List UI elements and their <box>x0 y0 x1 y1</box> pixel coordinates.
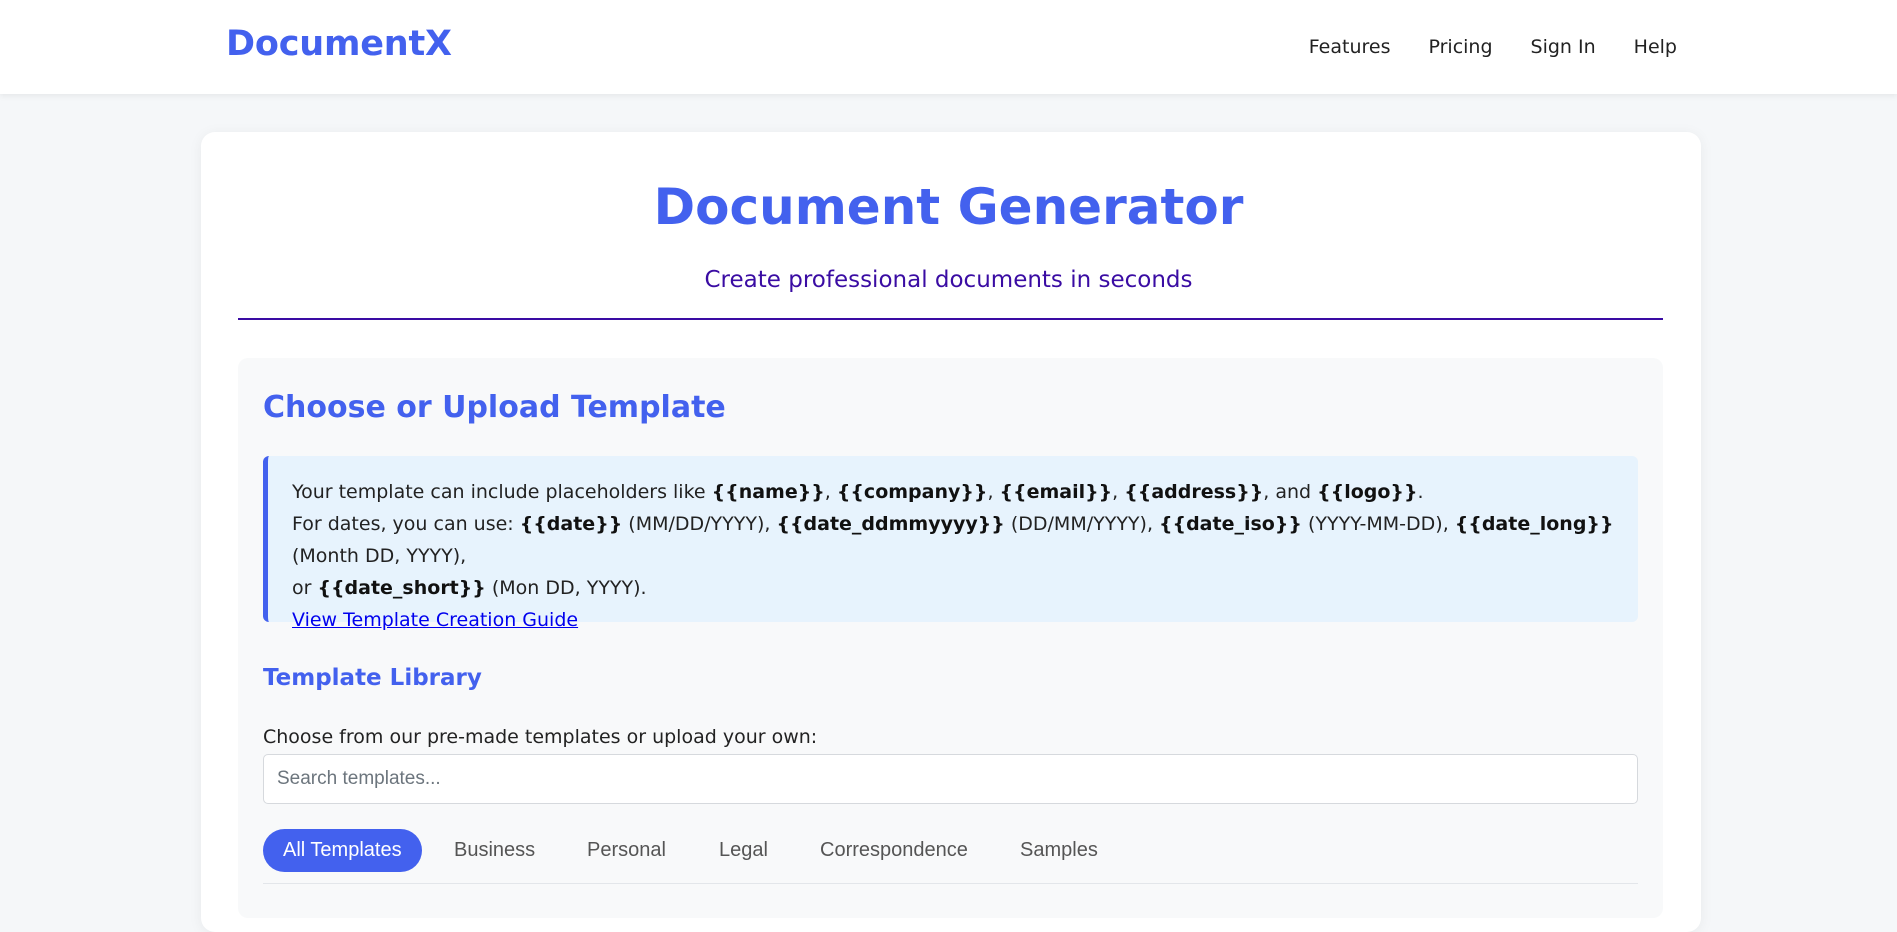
tab-all-templates[interactable]: All Templates <box>263 829 422 872</box>
template-search-input[interactable] <box>263 754 1638 804</box>
tab-legal[interactable]: Legal <box>719 829 768 872</box>
info-text: , <box>824 481 837 503</box>
template-filter-tabs: All Templates Business Personal Legal Co… <box>263 829 1638 884</box>
info-text: (Month DD, YYYY), <box>292 545 467 567</box>
info-line-4: View Template Creation Guide <box>292 604 1638 636</box>
brand-logo[interactable]: DocumentX <box>226 24 452 64</box>
nav-pricing-link[interactable]: Pricing <box>1428 36 1492 58</box>
info-text: (YYYY-MM-DD), <box>1301 513 1455 535</box>
placeholder-email: {{email}} <box>999 481 1113 503</box>
nav-sign-in-link[interactable]: Sign In <box>1531 36 1596 58</box>
template-section-heading: Choose or Upload Template <box>263 390 726 425</box>
info-text: , <box>1112 481 1125 503</box>
placeholder-date-ddmmyyyy: {{date_ddmmyyyy}} <box>776 513 1005 535</box>
page-title: Document Generator <box>653 178 1244 236</box>
placeholder-address: {{address}} <box>1124 481 1264 503</box>
nav-features-link[interactable]: Features <box>1309 36 1391 58</box>
info-line-1: Your template can include placeholders l… <box>292 476 1638 508</box>
info-text: (DD/MM/YYYY), <box>1004 513 1160 535</box>
tab-personal[interactable]: Personal <box>587 829 666 872</box>
info-text: . <box>1417 481 1424 503</box>
placeholder-name: {{name}} <box>711 481 825 503</box>
template-choose-label: Choose from our pre-made templates or up… <box>263 726 818 748</box>
placeholder-logo: {{logo}} <box>1317 481 1418 503</box>
placeholder-date-iso: {{date_iso}} <box>1159 513 1302 535</box>
site-header: DocumentX Features Pricing Sign In Help <box>0 0 1897 94</box>
tab-samples[interactable]: Samples <box>1020 829 1098 872</box>
template-guide-link[interactable]: View Template Creation Guide <box>292 604 578 636</box>
nav-help-link[interactable]: Help <box>1634 36 1677 58</box>
placeholder-date-short: {{date_short}} <box>317 577 486 599</box>
info-text: or <box>292 577 318 599</box>
placeholder-company: {{company}} <box>836 481 988 503</box>
info-text: , and <box>1263 481 1318 503</box>
title-divider <box>238 318 1663 320</box>
placeholder-date: {{date}} <box>519 513 623 535</box>
top-nav: Features Pricing Sign In Help <box>1271 36 1677 58</box>
info-text: For dates, you can use: <box>292 513 520 535</box>
page-subtitle: Create professional documents in seconds <box>704 267 1193 293</box>
info-line-3: or {{date_short}} (Mon DD, YYYY). <box>292 572 1638 604</box>
info-text: (MM/DD/YYYY), <box>622 513 777 535</box>
tab-correspondence[interactable]: Correspondence <box>820 829 968 872</box>
placeholder-date-long: {{date_long}} <box>1454 513 1614 535</box>
info-text: (Mon DD, YYYY). <box>485 577 647 599</box>
info-text: , <box>987 481 1000 503</box>
info-line-2: For dates, you can use: {{date}} (MM/DD/… <box>292 508 1638 572</box>
template-library-heading: Template Library <box>263 665 482 691</box>
info-text: Your template can include placeholders l… <box>292 481 712 503</box>
placeholder-info-box: Your template can include placeholders l… <box>263 456 1638 631</box>
tab-business[interactable]: Business <box>454 829 535 872</box>
